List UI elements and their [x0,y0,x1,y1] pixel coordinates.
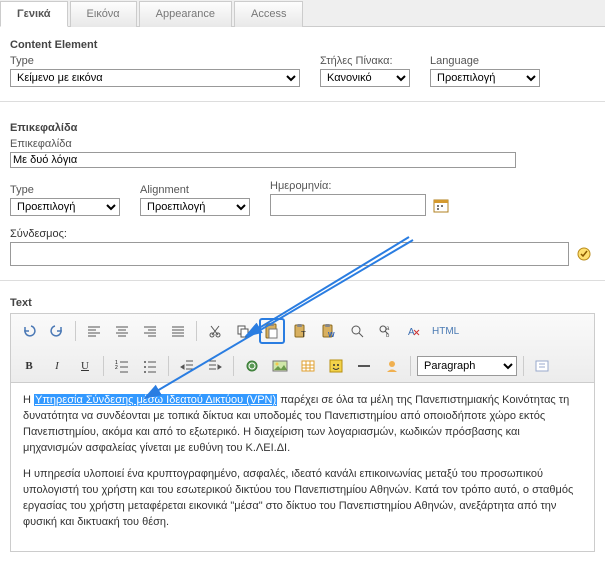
toolbar-separator [103,356,104,376]
italic-icon[interactable]: I [45,354,69,378]
body-text: Η υπηρεσία υλοποιεί ένα κρυπτογραφημένο,… [23,467,582,531]
header-type-select[interactable]: Προεπιλογή [10,198,120,216]
insert-image-icon[interactable] [268,354,292,378]
tab-general[interactable]: Γενικά [0,1,68,27]
svg-text:a: a [386,326,390,332]
toolbar-separator [196,321,197,341]
header-label: Επικεφαλίδα [10,138,595,150]
find-icon[interactable] [345,319,369,343]
redo-icon[interactable] [45,319,69,343]
language-select[interactable]: Προεπιλογή [430,69,540,87]
user-element-icon[interactable] [380,354,404,378]
tab-image[interactable]: Εικόνα [70,1,137,27]
underline-icon[interactable]: U [73,354,97,378]
calendar-icon[interactable] [430,194,452,216]
paste-text-icon[interactable]: T [289,319,313,343]
paragraph-select[interactable]: Paragraph [417,356,517,376]
toolbar-separator [410,356,411,376]
align-justify-icon[interactable] [166,319,190,343]
ordered-list-icon[interactable]: 12 [110,354,134,378]
body-text: Η [23,394,34,406]
paste-word-icon[interactable]: W [317,319,341,343]
svg-text:T: T [301,330,306,339]
svg-text:2: 2 [115,365,118,371]
type-select[interactable]: Κείμενο με εικόνα [10,69,300,87]
indent-icon[interactable] [203,354,227,378]
rte-editor[interactable]: Η Υπηρεσία Σύνδεσης μέσω Ιδεατού Δικτύου… [10,383,595,552]
text-section-title: Text [10,297,595,309]
toolbar-separator [523,356,524,376]
remove-format-icon[interactable]: A [401,319,425,343]
link-input[interactable] [10,242,569,266]
outdent-icon[interactable] [175,354,199,378]
svg-text:A: A [408,327,415,338]
columns-label: Στήλες Πίνακα: [320,55,410,67]
svg-text:b: b [386,333,390,338]
alignment-label: Alignment [140,184,250,196]
selected-link-text[interactable]: Υπηρεσία Σύνδεσης μέσω Ιδεατού Δικτύου (… [34,394,277,406]
paste-icon[interactable] [259,318,285,344]
insert-link-icon[interactable] [240,354,264,378]
date-label: Ημερομηνία: [270,180,452,192]
copy-icon[interactable] [231,319,255,343]
alignment-select[interactable]: Προεπιλογή [140,198,250,216]
date-input[interactable] [270,194,426,216]
insert-char-icon[interactable] [324,354,348,378]
toolbar-separator [75,321,76,341]
header-input[interactable] [10,152,516,168]
toolbar-separator [168,356,169,376]
toolbar-separator [233,356,234,376]
language-label: Language [430,55,540,67]
html-source-button[interactable]: HTML [429,320,462,342]
align-left-icon[interactable] [82,319,106,343]
tab-bar: Γενικά Εικόνα Appearance Access [0,0,605,27]
bold-icon[interactable]: B [17,354,41,378]
header-section-title: Επικεφαλίδα [10,122,595,134]
cut-icon[interactable] [203,319,227,343]
svg-text:W: W [328,332,335,339]
toggle-borders-icon[interactable] [530,354,554,378]
align-center-icon[interactable] [110,319,134,343]
tab-access[interactable]: Access [234,1,303,27]
unordered-list-icon[interactable] [138,354,162,378]
undo-icon[interactable] [17,319,41,343]
link-wizard-icon[interactable] [573,243,595,265]
insert-table-icon[interactable] [296,354,320,378]
header-type-label: Type [10,184,120,196]
insert-hr-icon[interactable] [352,354,376,378]
tab-appearance[interactable]: Appearance [139,1,232,27]
content-element-title: Content Element [10,39,595,51]
rte-toolbar: T W ab A HTML B I U 12 [10,313,595,383]
replace-icon[interactable]: ab [373,319,397,343]
type-label: Type [10,55,300,67]
columns-select[interactable]: Κανονικό [320,69,410,87]
link-label: Σύνδεσμος: [10,228,67,240]
align-right-icon[interactable] [138,319,162,343]
